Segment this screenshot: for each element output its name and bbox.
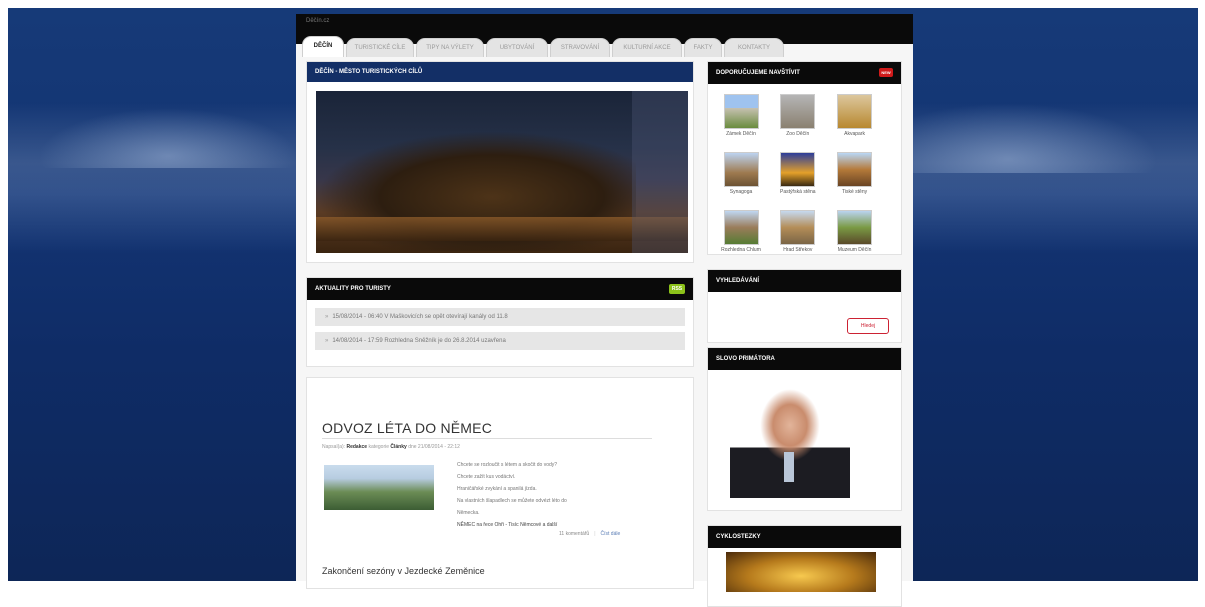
excerpt-line: NĚMEC na řece Ohři - Tisíc Němcové a dal… <box>457 522 558 528</box>
bullet-icon: » <box>325 314 329 320</box>
article-date: dne 21/08/2014 - 22:12 <box>408 444 460 450</box>
aquapark-image <box>837 94 873 129</box>
hero-title: Děčín - město turistických cílů <box>307 62 693 82</box>
zoo-image <box>780 94 816 129</box>
recommended-grid: Zámek Děčín Zoo Děčín Akvapark Synagoga … <box>708 84 901 254</box>
city-card: Cyklostezky <box>707 525 902 607</box>
viewpoint-image <box>780 152 816 187</box>
news-item[interactable]: » 15/08/2014 - 06:40 V Maškovicích se opě… <box>315 308 685 326</box>
hero-image[interactable] <box>316 91 688 253</box>
article-card: ODVOZ LÉTA DO NĚMEC Napsal(a): Redakce k… <box>306 377 694 589</box>
item-caption: Muzeum Děčín <box>837 247 872 253</box>
slider-panel <box>632 91 688 253</box>
mayor-body <box>708 370 901 510</box>
item-caption: Zoo Děčín <box>786 131 810 137</box>
read-more-link[interactable]: Číst dále <box>601 531 621 537</box>
tab-accommodation[interactable]: Ubytování <box>486 38 548 57</box>
castle-ruin-image <box>780 210 816 245</box>
new-badge: NEW <box>879 68 893 77</box>
comments-link[interactable]: 11 komentářů <box>559 531 589 537</box>
item-caption: Zámek Děčín <box>726 131 756 137</box>
hero-body <box>307 82 693 262</box>
mayor-tie <box>784 452 794 482</box>
news-item[interactable]: » 14/08/2014 - 17:59 Rozhledna Sněžník je… <box>315 332 685 350</box>
recommended-title-text: Doporučujeme navštívit <box>716 70 800 76</box>
hero-card: Děčín - město turistických cílů <box>306 61 694 263</box>
mayor-title: Slovo primátora <box>708 348 901 370</box>
article-category[interactable]: Články <box>390 444 406 450</box>
excerpt-line: Na vlastních šlapadlech se můžete odvézt… <box>457 498 567 504</box>
recommended-item[interactable]: Zámek Děčín <box>716 94 766 146</box>
article-thumbnail[interactable] <box>324 465 434 510</box>
tab-dining[interactable]: Stravování <box>550 38 610 57</box>
article-title[interactable]: ODVOZ LÉTA DO NĚMEC <box>322 420 492 436</box>
museum-image <box>837 210 873 245</box>
item-caption: Rozhledna Chlum <box>721 247 761 253</box>
recommended-item[interactable]: Zoo Děčín <box>773 94 823 146</box>
search-card: Vyhledávání Hledej <box>707 269 902 343</box>
recommended-item[interactable]: Tiské stěny <box>830 152 880 204</box>
excerpt-line: Německa. <box>457 510 480 516</box>
left-column: Děčín - město turistických cílů Aktualit… <box>306 61 694 589</box>
recommended-card: Doporučujeme navštívit NEW Zámek Děčín Z… <box>707 61 902 255</box>
news-title-text: Aktuality pro turisty <box>315 286 391 292</box>
site-label: Děčín.cz <box>306 18 330 24</box>
tab-culture[interactable]: Kulturní akce <box>612 38 682 57</box>
tab-tourist-targets[interactable]: Turistické cíle <box>346 38 414 57</box>
search-body: Hledej <box>708 292 901 342</box>
recommended-item[interactable]: Rozhledna Chlum <box>716 210 766 262</box>
synagogue-image <box>723 152 759 187</box>
recommended-item[interactable]: Hrad Střekov <box>773 210 823 262</box>
background-hill-left <box>38 108 298 168</box>
recommended-title: Doporučujeme navštívit NEW <box>708 62 901 84</box>
link-separator: | <box>594 531 596 537</box>
bullet-icon: » <box>325 338 329 344</box>
next-article-title[interactable]: Zakončení sezóny v Jezdecké Zeměnice <box>322 566 485 576</box>
article-excerpt: Chcete se rozloučit s létem a skočit do … <box>457 459 657 531</box>
recommended-item[interactable]: Muzeum Děčín <box>830 210 880 262</box>
recommended-item[interactable]: Akvapark <box>830 94 880 146</box>
tab-decin[interactable]: Děčín <box>302 36 344 57</box>
excerpt-line: Chcete se rozloučit s létem a skočit do … <box>457 462 558 468</box>
mayor-card: Slovo primátora <box>707 347 902 511</box>
tab-contacts[interactable]: Kontakty <box>724 38 784 57</box>
lookout-tower-image <box>723 210 759 245</box>
city-image[interactable] <box>726 552 876 592</box>
news-card: Aktuality pro turisty RSS » 15/08/2014 - … <box>306 277 694 367</box>
article-divider <box>322 438 652 439</box>
search-button[interactable]: Hledej <box>847 318 889 334</box>
article-author[interactable]: Redakce <box>346 444 367 450</box>
rss-badge[interactable]: RSS <box>669 284 685 294</box>
news-list: » 15/08/2014 - 06:40 V Maškovicích se opě… <box>307 300 693 366</box>
city-title: Cyklostezky <box>708 526 901 548</box>
item-caption: Hrad Střekov <box>783 247 813 253</box>
article-links: 11 komentářů | Číst dále <box>559 531 620 537</box>
page-container: Děčín.cz Děčín Turistické cíle Tipy na v… <box>296 14 913 607</box>
tab-trip-tips[interactable]: Tipy na výlety <box>416 38 484 57</box>
tab-facts[interactable]: Fakty <box>684 38 722 57</box>
search-title: Vyhledávání <box>708 270 901 292</box>
news-item-text: 14/08/2014 - 17:59 Rozhledna Sněžník je … <box>332 338 506 344</box>
excerpt-line: Chcete zažít kus vodáctví. <box>457 474 516 480</box>
article-meta: Napsal(a): Redakce kategorie Články dne … <box>322 444 460 450</box>
meta-category-prefix: kategorie <box>368 444 390 450</box>
main-nav: Děčín Turistické cíle Tipy na výlety Uby… <box>296 32 913 58</box>
news-item-text: 15/08/2014 - 06:40 V Maškovicích se opět… <box>332 314 508 320</box>
item-caption: Tiské stěny <box>842 189 868 195</box>
item-caption: Akvapark <box>844 131 865 137</box>
news-title: Aktuality pro turisty RSS <box>307 278 693 300</box>
recommended-item[interactable]: Synagoga <box>716 152 766 204</box>
right-column: Doporučujeme navštívit NEW Zámek Děčín Z… <box>707 61 902 607</box>
castle-image <box>723 94 759 129</box>
recommended-item[interactable]: Pastýřská stěna <box>773 152 823 204</box>
item-caption: Synagoga <box>729 189 753 195</box>
meta-prefix: Napsal(a): <box>322 444 346 450</box>
item-caption: Pastýřská stěna <box>779 189 816 195</box>
excerpt-line: Hraničářské zvykání a spanilá jízda. <box>457 486 537 492</box>
rocks-image <box>837 152 873 187</box>
